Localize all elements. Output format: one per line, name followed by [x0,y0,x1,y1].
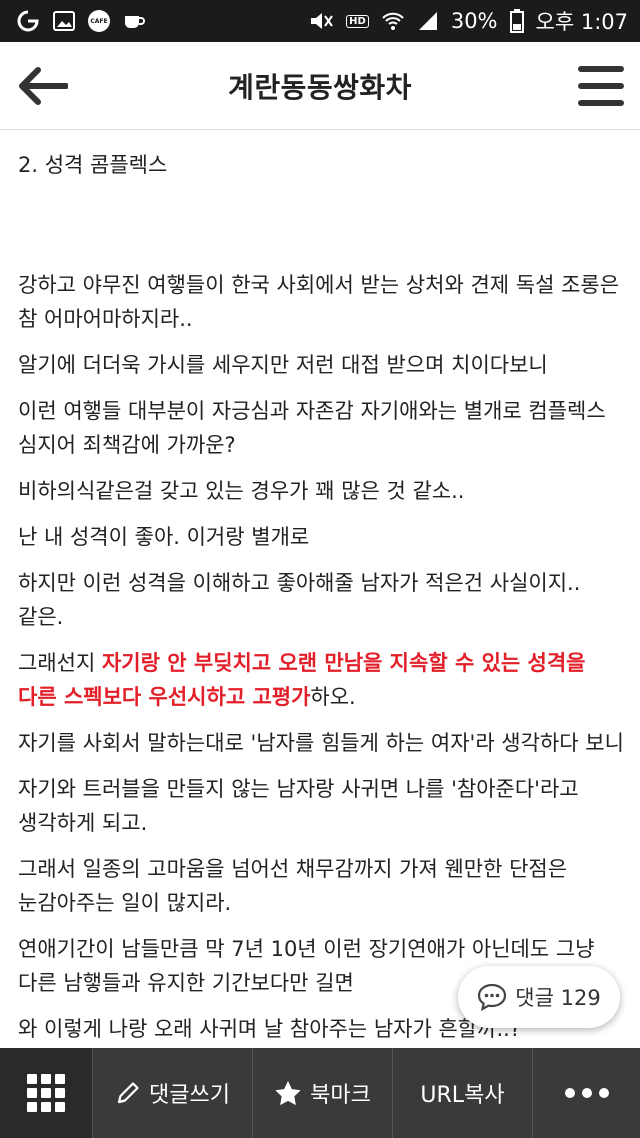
copy-url-label: URL복사 [420,1083,505,1108]
coffee-cup-icon [122,10,146,32]
bottom-toolbar: 댓글쓰기 북마크 URL복사 [0,1048,640,1138]
comment-count-button[interactable]: 댓글 129 [458,966,620,1028]
arrow-left-icon [19,67,68,105]
write-comment-label: 댓글쓰기 [149,1083,230,1108]
signal-icon [417,10,439,32]
battery-icon [509,9,524,33]
status-bar: CAFE HD 30% 오후 1:07 [0,0,640,42]
highlighted-text: 자기랑 안 부딪치고 오랜 만남을 지속할 수 있는 성격을 다른 스펙보다 우… [18,651,586,709]
status-bar-system: HD 30% 오후 1:07 [308,6,628,36]
bookmark-button[interactable]: 북마크 [252,1048,392,1138]
paragraph: 자기와 트러블을 만들지 않는 남자랑 사귀면 나를 '참아준다'라고 생각하게… [18,777,579,835]
speech-bubble-icon [478,983,507,1011]
more-dots-icon [564,1088,609,1098]
app-g-icon [16,9,40,33]
highlight-paragraph: 그래선지 자기랑 안 부딪치고 오랜 만남을 지속할 수 있는 성격을 다른 스… [18,646,624,714]
menu-line [578,66,624,72]
menu-line [578,83,624,89]
copy-url-button[interactable]: URL복사 [392,1048,532,1138]
paragraph: 강하고 야무진 여햏들이 한국 사회에서 받는 상처와 견제 독설 조롱은 참 … [18,273,620,331]
more-options-button[interactable] [532,1048,640,1138]
paragraph: 자기를 사회서 말하는대로 '남자를 힘들게 하는 여자'라 생각하다 보니 [18,731,624,755]
paragraph: 비하의식같은걸 갖고 있는 경우가 꽤 많은 것 같소.. [18,479,465,503]
paragraph: 이런 여햏들 대부분이 자긍심과 자존감 자기애와는 별개로 컴플렉스 심지어 … [18,399,606,457]
cafe-icon: CAFE [88,10,110,32]
article-body: 2. 성격 콤플렉스 강하고 야무진 여햏들이 한국 사회에서 받는 상처와 견… [0,130,640,1048]
hamburger-menu-icon[interactable] [576,62,626,110]
star-icon [275,1081,301,1106]
bookmark-label: 북마크 [310,1083,371,1108]
menu-line [578,100,624,106]
image-icon [52,10,76,32]
app-header: 계란동동쌍화차 [0,42,640,130]
battery-percent: 30% [450,9,498,33]
paragraph: 난 내 성격이 좋아. 이거랑 별개로 [18,525,310,549]
paragraph-text: 그래선지 [18,651,102,675]
status-bar-notifications: CAFE [16,9,146,33]
comment-count-label: 댓글 129 [515,986,601,1010]
back-button[interactable] [14,60,70,112]
grid-menu-button[interactable] [0,1048,92,1138]
clock: 오후 1:07 [535,10,628,34]
paragraph: 그래서 일종의 고마움을 넘어선 채무감까지 가져 웬만한 단점은 눈감아주는 … [18,857,568,915]
grid-icon [27,1074,65,1112]
pencil-icon [117,1082,139,1104]
write-comment-button[interactable]: 댓글쓰기 [92,1048,252,1138]
paragraph: 하지만 이런 성격을 이해하고 좋아해줄 남자가 적은건 사실이지..같은. [18,571,581,629]
hd-icon: HD [346,14,369,28]
paragraph: 알기에 더더욱 가시를 세우지만 저런 대접 받으며 치이다보니 [18,353,548,377]
wifi-icon [381,10,405,32]
article-heading: 2. 성격 콤플렉스 [18,153,168,177]
mute-icon [308,10,334,32]
paragraph-text: 하오. [310,685,356,709]
page-title: 계란동동쌍화차 [228,70,412,104]
